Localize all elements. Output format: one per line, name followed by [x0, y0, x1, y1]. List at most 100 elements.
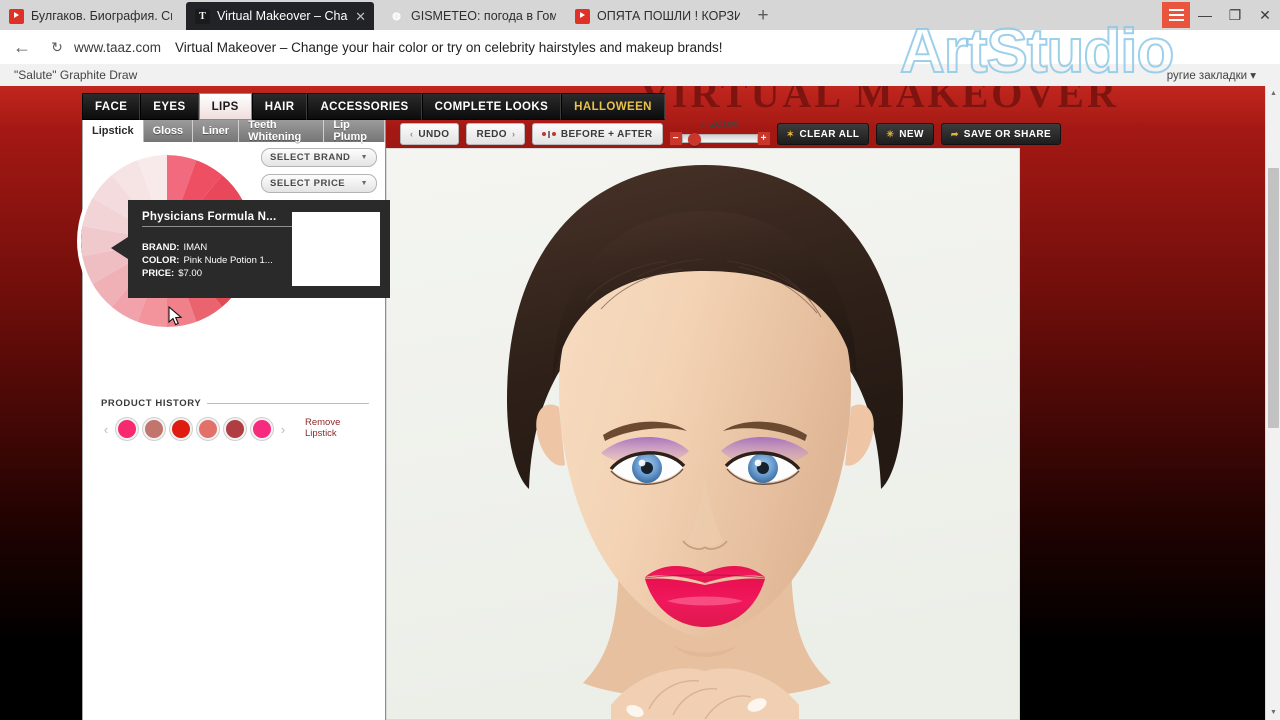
- history-swatch-4[interactable]: [197, 418, 219, 440]
- remove-line-2: Lipstick: [305, 428, 337, 439]
- history-swatch-6[interactable]: [251, 418, 273, 440]
- product-title: Physicians Formula N...: [142, 211, 294, 227]
- address-bar[interactable]: ← ↻ www.taaz.com Virtual Makeover – Chan…: [0, 30, 1280, 64]
- tab-label: GISMETEO: погода в Гомел: [411, 9, 556, 23]
- sub-tab-lipstick[interactable]: Lipstick: [83, 120, 144, 142]
- nav-tab-face[interactable]: FACE: [82, 93, 141, 120]
- product-history-header: PRODUCT HISTORY: [101, 398, 369, 409]
- select-brand-label: SELECT BRAND: [270, 152, 351, 163]
- share-icon: ➦: [950, 128, 959, 139]
- editor-toolbar: ‹ UNDO REDO › BEFORE + AFTER ⌕ ZOOM − +: [400, 119, 1062, 148]
- sub-tab-gloss[interactable]: Gloss: [143, 120, 194, 142]
- sub-tab-lip-plump[interactable]: Lip Plump: [324, 119, 385, 143]
- taaz-icon: T: [195, 8, 210, 24]
- browser-tab-2[interactable]: T Virtual Makeover – Chang ✕: [186, 2, 374, 30]
- divider: [207, 403, 369, 404]
- main-navigation[interactable]: FACE EYES LIPS HAIR ACCESSORIES COMPLETE…: [82, 93, 665, 120]
- save-or-share-button[interactable]: ➦ SAVE OR SHARE: [940, 123, 1062, 145]
- history-swatch-1[interactable]: [116, 418, 138, 440]
- youtube-icon: [9, 8, 24, 24]
- zoom-in-button[interactable]: +: [757, 132, 770, 145]
- scroll-up-button[interactable]: ▲: [1266, 86, 1280, 101]
- color-value: Pink Nude Potion 1...: [183, 255, 273, 266]
- vertical-scrollbar[interactable]: ▲ ▼: [1265, 86, 1280, 720]
- back-button[interactable]: ←: [0, 37, 44, 58]
- reload-icon[interactable]: ↻: [44, 39, 70, 56]
- redo-label: REDO: [476, 128, 507, 140]
- chevron-left-icon: ‹: [410, 129, 414, 139]
- sub-tab-teeth-whitening[interactable]: Teeth Whitening: [239, 119, 325, 143]
- nav-tab-complete-looks[interactable]: COMPLETE LOOKS: [421, 93, 562, 120]
- browser-tab-3[interactable]: ◍ GISMETEO: погода в Гомел: [380, 2, 564, 30]
- mouse-cursor: [168, 305, 184, 333]
- nav-tab-hair[interactable]: HAIR: [251, 93, 308, 120]
- scrollbar-thumb[interactable]: [1268, 168, 1279, 428]
- new-button[interactable]: ✳ NEW: [876, 123, 934, 145]
- zoom-out-button[interactable]: −: [669, 132, 682, 145]
- browser-tab-4[interactable]: ОПЯТА ПОШЛИ ! КОРЗИН: [566, 2, 748, 30]
- browser-tab-1[interactable]: Булгаков. Биография. Скрь: [0, 2, 180, 30]
- before-after-button[interactable]: BEFORE + AFTER: [532, 123, 663, 145]
- url-host: www.taaz.com: [74, 39, 162, 55]
- history-swatch-5[interactable]: [224, 418, 246, 440]
- product-history-list: ‹ › Remove Lipstick: [101, 417, 369, 440]
- tab-strip: Булгаков. Биография. Скрь T Virtual Make…: [0, 0, 1280, 30]
- before-after-label: BEFORE + AFTER: [560, 128, 653, 140]
- tab-label: Virtual Makeover – Chang: [217, 9, 349, 23]
- other-bookmarks-label: ругиe заклaдки: [1166, 70, 1248, 82]
- other-bookmarks-button[interactable]: ругиe заклaдки ▾: [1167, 68, 1256, 82]
- zoom-control[interactable]: ⌕ ZOOM − +: [669, 119, 770, 147]
- history-swatch-3[interactable]: [170, 418, 192, 440]
- before-after-icon: [542, 130, 556, 138]
- minimize-button[interactable]: —: [1190, 0, 1220, 30]
- scroll-down-button[interactable]: ▼: [1266, 705, 1280, 720]
- maximize-button[interactable]: ❐: [1220, 0, 1250, 30]
- web-page-content: VIRTUAL MAKEOVER FACE EYES LIPS HAIR ACC…: [0, 86, 1280, 720]
- undo-button[interactable]: ‹ UNDO: [400, 123, 460, 145]
- history-prev-button[interactable]: ‹: [101, 422, 111, 437]
- redo-button[interactable]: REDO ›: [466, 123, 526, 145]
- zoom-slider-knob[interactable]: [688, 132, 702, 146]
- menu-icon[interactable]: [1162, 2, 1190, 28]
- magnifier-icon: ⌕: [701, 119, 707, 129]
- chevron-down-icon: ▼: [360, 154, 368, 161]
- nav-tab-eyes[interactable]: EYES: [140, 93, 199, 120]
- history-next-button[interactable]: ›: [278, 422, 288, 437]
- product-color-row: COLOR: Pink Nude Potion 1...: [142, 255, 273, 266]
- undo-label: UNDO: [418, 128, 450, 140]
- remove-lipstick-button[interactable]: Remove Lipstick: [305, 417, 340, 440]
- makeover-canvas[interactable]: [386, 148, 1020, 720]
- product-tooltip: Physicians Formula N... BRAND: IMAN COLOR…: [111, 200, 390, 298]
- url-page-title: Virtual Makeover – Change your hair colo…: [175, 39, 723, 55]
- nav-tab-halloween[interactable]: HALLOWEEN: [561, 93, 665, 120]
- select-brand-dropdown[interactable]: SELECT BRAND ▼: [261, 148, 377, 167]
- clear-all-button[interactable]: ✶ CLEAR ALL: [776, 123, 870, 145]
- chevron-right-icon: ›: [511, 129, 516, 139]
- tab-label: ОПЯТА ПОШЛИ ! КОРЗИН: [597, 9, 740, 23]
- youtube-icon: [575, 8, 590, 24]
- zoom-slider[interactable]: − +: [669, 132, 770, 146]
- nav-tab-accessories[interactable]: ACCESSORIES: [307, 93, 422, 120]
- sub-tab-bar: Lipstick Gloss Liner Teeth Whitening Lip…: [83, 119, 385, 143]
- bookmarks-bar: "Salute" Graphite Draw ругиe заклaдки ▾: [0, 64, 1280, 86]
- sparkle-icon: ✳: [886, 128, 895, 139]
- color-label: COLOR:: [142, 255, 180, 266]
- history-swatch-2[interactable]: [143, 418, 165, 440]
- product-brand-row: BRAND: IMAN: [142, 242, 207, 253]
- bookmark-item[interactable]: "Salute" Graphite Draw: [14, 68, 137, 82]
- new-tab-button[interactable]: +: [750, 4, 776, 28]
- select-price-label: SELECT PRICE: [270, 178, 346, 189]
- zoom-text: ZOOM: [709, 119, 738, 129]
- chevron-down-icon: ▼: [360, 180, 368, 187]
- gismeteo-icon: ◍: [392, 10, 401, 22]
- model-photo: [387, 149, 1019, 719]
- nav-tab-lips[interactable]: LIPS: [198, 93, 252, 120]
- close-window-button[interactable]: ✕: [1250, 0, 1280, 30]
- banner-title: VIRTUAL MAKEOVER: [640, 86, 1119, 116]
- select-price-dropdown[interactable]: SELECT PRICE ▼: [261, 174, 377, 193]
- sub-tab-liner[interactable]: Liner: [193, 120, 240, 142]
- price-label: PRICE:: [142, 268, 175, 279]
- zoom-slider-track[interactable]: [681, 132, 758, 146]
- close-icon[interactable]: ✕: [355, 10, 366, 23]
- tab-label: Булгаков. Биография. Скрь: [31, 9, 172, 23]
